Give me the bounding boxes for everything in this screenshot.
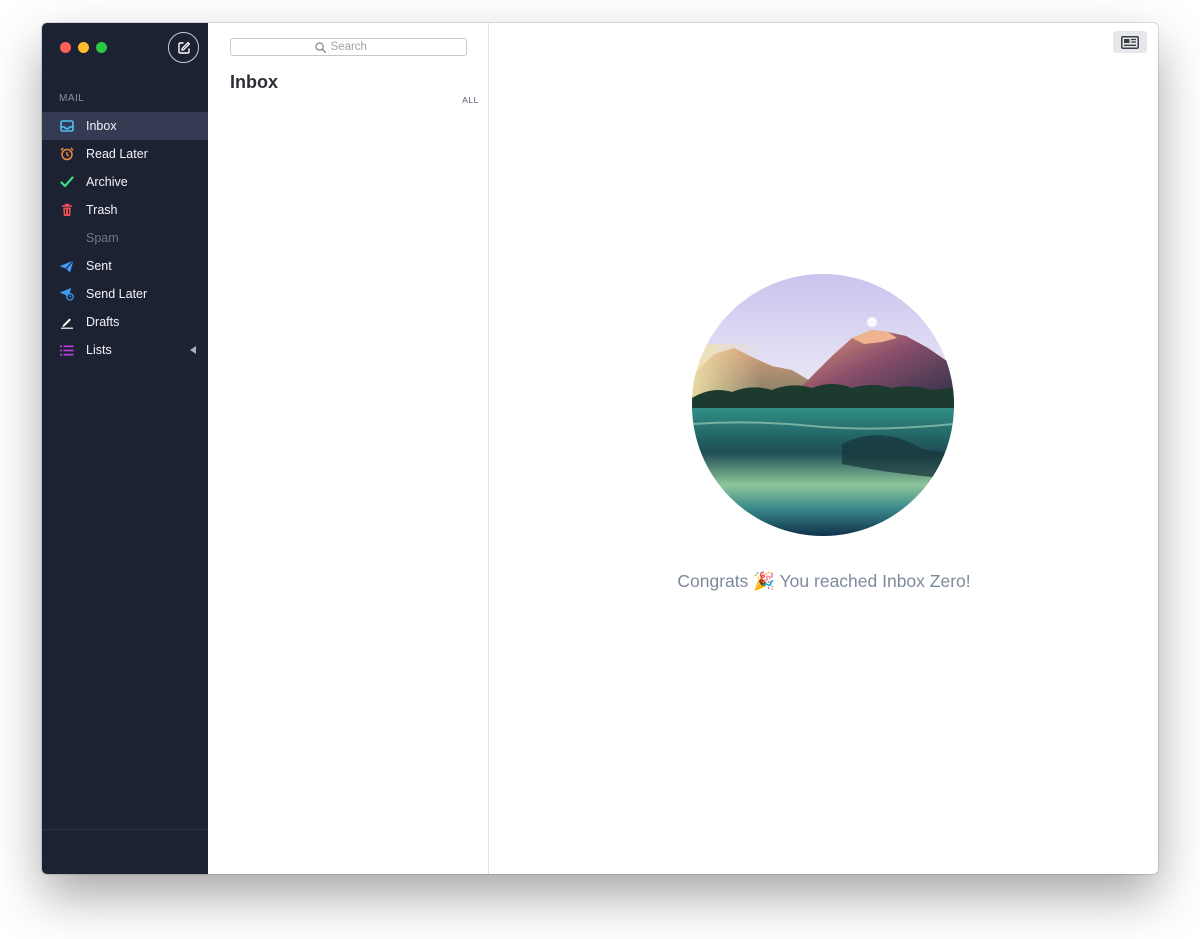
close-window-button[interactable] <box>60 42 71 53</box>
sidebar-item-label: Sent <box>86 259 112 273</box>
sidebar-item-lists[interactable]: Lists <box>42 336 208 364</box>
sidebar-item-send-later[interactable]: Send Later <box>42 280 208 308</box>
sidebar-item-label: Inbox <box>86 119 117 133</box>
search-field[interactable] <box>230 38 467 56</box>
reading-view-icon <box>1121 35 1139 49</box>
pencil-icon <box>59 315 74 329</box>
mail-section-label: MAIL <box>59 93 85 104</box>
trash-icon <box>59 203 74 217</box>
sidebar-item-label: Spam <box>86 231 119 245</box>
checkmark-icon <box>59 175 74 189</box>
search-input[interactable] <box>330 41 383 53</box>
inbox-zero-illustration <box>692 274 954 536</box>
sidebar-item-label: Send Later <box>86 287 148 301</box>
inbox-icon <box>59 119 74 133</box>
compose-button[interactable] <box>168 32 199 63</box>
sidebar-item-label: Drafts <box>86 315 120 329</box>
sidebar-item-sent[interactable]: Sent <box>42 252 208 280</box>
list-icon <box>59 343 74 357</box>
sidebar-item-inbox[interactable]: Inbox <box>42 112 208 140</box>
paper-plane-icon <box>59 259 74 273</box>
reading-pane: Congrats 🎉 You reached Inbox Zero! <box>490 23 1158 874</box>
sidebar-item-read-later[interactable]: Read Later <box>42 140 208 168</box>
sidebar-item-spam[interactable]: Spam <box>42 224 208 252</box>
inbox-zero-text: You reached Inbox Zero! <box>779 571 971 591</box>
message-list-pane: Inbox ALL <box>208 23 489 874</box>
expand-lists-arrow-icon[interactable] <box>190 346 196 354</box>
mailbox-title: Inbox <box>230 72 278 92</box>
sidebar: MAIL Inbox Read Later Archive Trash Spam… <box>42 23 208 874</box>
sidebar-item-label: Trash <box>86 203 118 217</box>
layout-toggle-button[interactable] <box>1113 31 1147 53</box>
congrats-text: Congrats <box>677 571 749 591</box>
mail-app-window: MAIL Inbox Read Later Archive Trash Spam… <box>42 23 1158 874</box>
mailbox-nav: Inbox Read Later Archive Trash Spam Sent… <box>42 112 208 364</box>
alarm-clock-icon <box>59 147 74 161</box>
paper-plane-clock-icon <box>59 287 74 301</box>
sidebar-item-trash[interactable]: Trash <box>42 196 208 224</box>
sidebar-item-drafts[interactable]: Drafts <box>42 308 208 336</box>
inbox-zero-message: Congrats 🎉 You reached Inbox Zero! <box>490 571 1158 592</box>
zoom-window-button[interactable] <box>96 42 107 53</box>
search-icon <box>314 41 326 53</box>
minimize-window-button[interactable] <box>78 42 89 53</box>
sidebar-item-label: Archive <box>86 175 128 189</box>
filter-all-toggle[interactable]: ALL <box>462 95 479 105</box>
sidebar-footer-divider <box>42 829 208 830</box>
sidebar-item-label: Read Later <box>86 147 148 161</box>
sidebar-item-label: Lists <box>86 343 112 357</box>
sidebar-item-archive[interactable]: Archive <box>42 168 208 196</box>
party-popper-icon: 🎉 <box>753 571 776 591</box>
compose-icon <box>177 41 190 54</box>
